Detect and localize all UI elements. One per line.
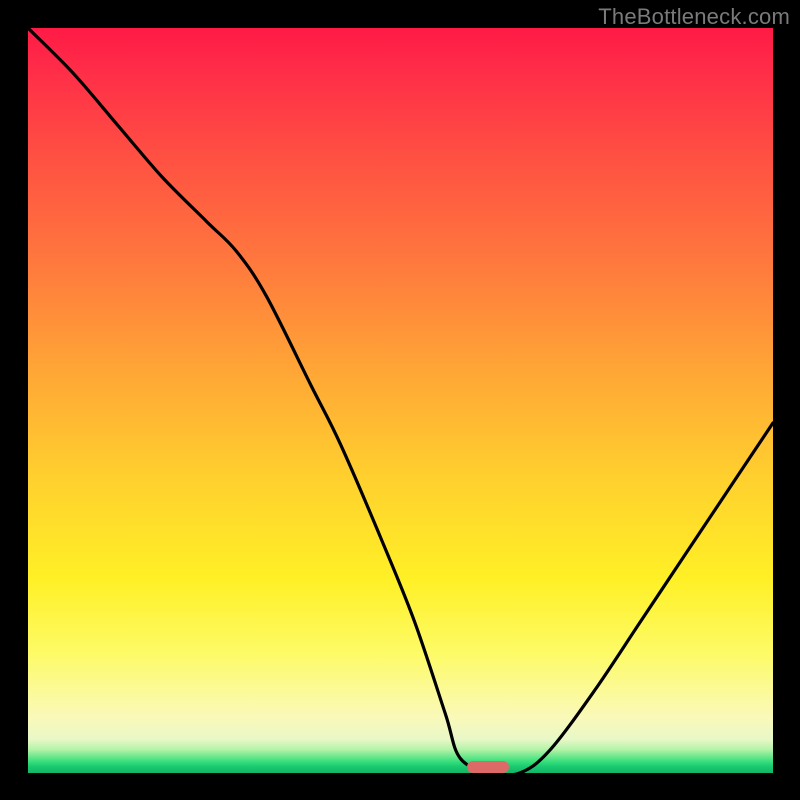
plot-area [28, 28, 773, 773]
chart-frame: TheBottleneck.com [0, 0, 800, 800]
bottleneck-curve [28, 28, 773, 773]
optimum-marker [467, 761, 509, 773]
watermark-label: TheBottleneck.com [598, 4, 790, 30]
